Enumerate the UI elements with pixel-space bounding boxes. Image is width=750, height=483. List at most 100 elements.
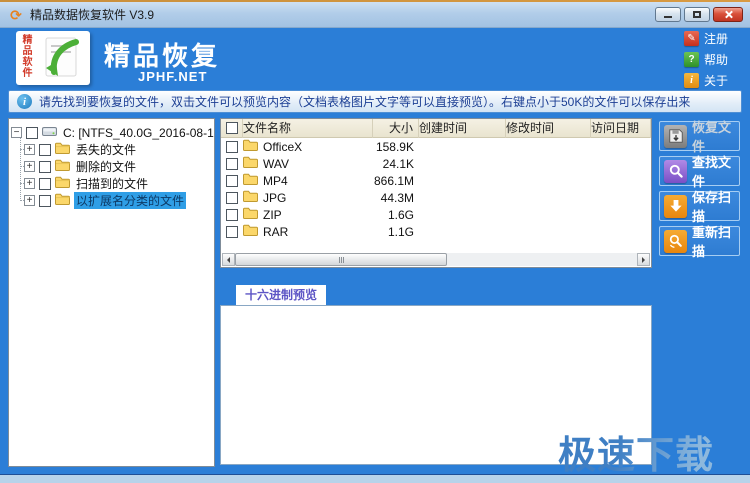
find-files-button[interactable]: 查找文件 [659, 155, 740, 189]
about-icon: i [684, 72, 699, 88]
app-icon: ⟳ [10, 6, 22, 23]
row-checkbox[interactable] [226, 208, 238, 221]
save-scan-icon [664, 194, 687, 218]
about-link[interactable]: i 关于 [684, 72, 740, 88]
logo-badge-text: 精品软件 [20, 34, 31, 78]
tree-item-lost-files[interactable]: + 丢失的文件 [20, 141, 212, 158]
scrollbar-thumb[interactable] [235, 253, 447, 266]
register-icon: ✎ [684, 30, 699, 46]
recover-files-label: 恢复文件 [692, 120, 732, 154]
maximize-button[interactable] [684, 7, 710, 22]
logo-swoosh-icon [33, 31, 90, 85]
recover-files-button[interactable]: 恢复文件 [659, 120, 740, 154]
scroll-left-button[interactable] [222, 253, 235, 266]
expand-icon[interactable]: + [24, 161, 35, 172]
table-row[interactable]: ZIP 1.6G [221, 206, 651, 223]
tree-item-by-extension[interactable]: + 以扩展名分类的文件 [20, 192, 212, 209]
thumb-grip [342, 256, 344, 263]
scrollbar-track[interactable] [235, 253, 637, 266]
folder-icon [55, 159, 70, 174]
column-created[interactable]: 创建时间 [419, 118, 506, 138]
tree-item-scanned-files[interactable]: + 扫描到的文件 [20, 175, 212, 192]
horizontal-scrollbar[interactable] [222, 253, 650, 266]
register-link[interactable]: ✎ 注册 [684, 30, 740, 46]
close-button[interactable] [713, 7, 743, 22]
folder-icon [243, 224, 258, 239]
folder-icon [243, 190, 258, 205]
tree-item-label[interactable]: 删除的文件 [74, 158, 138, 175]
save-scan-label: 保存扫描 [692, 190, 732, 224]
app-window: ⟳ 精品数据恢复软件 V3.9 精品软件 精品恢复 JPHF.NET ✎ 注册 [0, 0, 750, 483]
window-controls [655, 7, 743, 22]
file-name: ZIP [263, 207, 282, 222]
app-name: 精品恢复 [104, 41, 221, 71]
thumb-grip [338, 256, 340, 263]
tree-item-label[interactable]: 扫描到的文件 [74, 175, 150, 192]
column-file-name[interactable]: 文件名称 [243, 118, 373, 138]
header-links: ✎ 注册 ? 帮助 i 关于 [684, 30, 740, 93]
tree-item-deleted-files[interactable]: + 删除的文件 [20, 158, 212, 175]
tree-item-label[interactable]: 丢失的文件 [74, 141, 138, 158]
help-link[interactable]: ? 帮助 [684, 51, 740, 67]
table-row[interactable]: WAV 24.1K [221, 155, 651, 172]
find-files-label: 查找文件 [692, 155, 732, 189]
title-bar[interactable]: ⟳ 精品数据恢复软件 V3.9 [0, 2, 750, 28]
row-checkbox[interactable] [226, 225, 238, 238]
rescan-button[interactable]: 重新扫描 [659, 225, 740, 259]
tree-item-label-selected[interactable]: 以扩展名分类的文件 [74, 192, 187, 209]
table-row[interactable]: MP4 866.1M [221, 172, 651, 189]
help-label: 帮助 [704, 52, 729, 67]
tab-hex-preview[interactable]: 十六进制预览 [236, 285, 327, 305]
save-scan-button[interactable]: 保存扫描 [659, 190, 740, 224]
table-header-row: 文件名称 大小 创建时间 修改时间 访问日期 [221, 118, 651, 138]
drive-tree-panel: − C: [NTFS_40.0G_2016-08-18] + 丢失的文件 + 删… [8, 118, 215, 467]
row-checkbox[interactable] [226, 174, 238, 187]
tree-item-checkbox[interactable] [39, 177, 51, 190]
file-size: 158.9K [375, 139, 414, 154]
file-name: MP4 [263, 173, 288, 188]
folder-icon [55, 193, 70, 208]
folder-icon [243, 139, 258, 154]
collapse-icon[interactable]: − [11, 127, 22, 138]
find-files-icon [664, 159, 687, 183]
folder-icon [55, 142, 70, 157]
expand-icon[interactable]: + [24, 144, 35, 155]
tree-item-checkbox[interactable] [39, 143, 51, 156]
tree-item-checkbox[interactable] [39, 160, 51, 173]
row-checkbox[interactable] [226, 157, 238, 170]
info-bar: i 请先找到要恢复的文件，双击文件可以预览内容（文档表格图片文字等可以直接预览）… [8, 90, 742, 113]
tree-root-label[interactable]: C: [NTFS_40.0G_2016-08-18] [61, 126, 214, 140]
expand-icon[interactable]: + [24, 178, 35, 189]
scroll-right-button[interactable] [637, 253, 650, 266]
close-icon [724, 10, 733, 19]
table-row[interactable]: RAR 1.1G [221, 223, 651, 240]
column-modified[interactable]: 修改时间 [506, 118, 591, 138]
file-size: 44.3M [380, 190, 414, 205]
rescan-icon [664, 229, 687, 253]
table-row[interactable]: JPG 44.3M [221, 189, 651, 206]
file-name: OfficeX [263, 139, 303, 154]
register-label: 注册 [704, 31, 729, 46]
tree-root-checkbox[interactable] [26, 126, 38, 139]
help-icon: ? [684, 51, 699, 67]
info-text: 请先找到要恢复的文件，双击文件可以预览内容（文档表格图片文字等可以直接预览）。右… [39, 95, 691, 109]
column-size[interactable]: 大小 [373, 118, 419, 138]
folder-icon [243, 173, 258, 188]
maximize-icon [693, 11, 701, 18]
column-accessed[interactable]: 访问日期 [591, 118, 651, 138]
row-checkbox[interactable] [226, 140, 238, 153]
tree-item-checkbox[interactable] [39, 194, 51, 207]
tree-root-row[interactable]: − C: [NTFS_40.0G_2016-08-18] [11, 124, 214, 141]
file-name: WAV [263, 156, 289, 171]
folder-icon [243, 156, 258, 171]
row-checkbox[interactable] [226, 191, 238, 204]
expand-icon[interactable]: + [24, 195, 35, 206]
recover-files-icon [664, 124, 687, 148]
minimize-button[interactable] [655, 7, 681, 22]
file-size: 866.1M [373, 173, 414, 188]
drive-icon [42, 126, 57, 140]
tree-children: + 丢失的文件 + 删除的文件 + 扫描到的文件 + 以扩展名分类的文件 [11, 136, 212, 209]
select-all-checkbox[interactable] [225, 122, 238, 134]
table-row[interactable]: OfficeX 158.9K [221, 138, 651, 155]
rescan-label: 重新扫描 [692, 225, 732, 259]
